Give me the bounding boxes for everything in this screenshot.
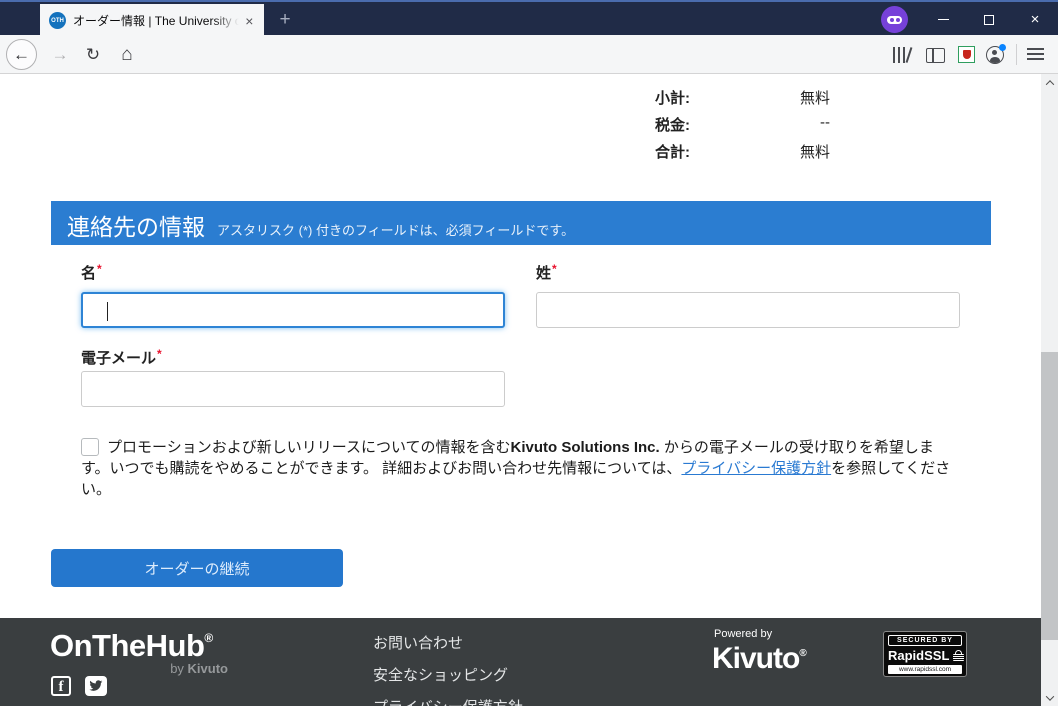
email-label-text: 電子メール [81, 350, 156, 367]
optin-text-before: プロモーションおよび新しいリリースについての情報を含む [107, 439, 511, 456]
tax-label: 税金: [630, 114, 690, 135]
email-input[interactable] [81, 371, 505, 407]
first-name-label-text: 名 [81, 265, 96, 282]
home-button[interactable]: ⌂ [112, 35, 142, 74]
total-value: 無料 [690, 141, 830, 162]
maximize-button[interactable] [966, 2, 1012, 37]
required-asterisk: * [97, 262, 102, 276]
onthehub-logo: OnTheHub® [50, 628, 213, 664]
forward-icon: → [52, 45, 69, 65]
rapidssl-name: RapidSSL [888, 648, 949, 663]
close-button[interactable]: × [1012, 2, 1058, 37]
back-icon: ← [13, 45, 30, 65]
window-controls: × [920, 2, 1058, 37]
last-name-label: 姓* [536, 262, 557, 283]
facebook-icon[interactable]: f [51, 676, 71, 696]
privacy-policy-link[interactable]: プライバシー保護方針 [681, 460, 831, 477]
tab-close-icon[interactable]: × [241, 12, 258, 30]
first-name-input[interactable] [81, 292, 505, 328]
text-caret [107, 302, 108, 321]
sidebar-toggle-icon[interactable] [926, 48, 945, 63]
subtotal-value: 無料 [690, 87, 830, 108]
tax-row: 税金: -- [530, 114, 830, 135]
extension-icon[interactable] [958, 46, 975, 63]
vertical-scrollbar[interactable] [1041, 74, 1058, 706]
optin-company: Kivuto Solutions Inc. [511, 439, 660, 456]
page-content: 小計: 無料 税金: -- 合計: 無料 連絡先の情報 アスタリスク (*) 付… [0, 74, 1041, 618]
subtotal-row: 小計: 無料 [530, 87, 830, 108]
registered-mark: ® [799, 648, 805, 659]
tab-title-fade [213, 12, 239, 29]
library-icon[interactable] [893, 47, 913, 63]
secure-shopping-link[interactable]: 安全なショッピング [373, 664, 523, 685]
subtotal-label: 小計: [630, 87, 690, 108]
rapidssl-url: www.rapidssl.com [888, 665, 962, 674]
back-button[interactable]: ← [6, 39, 37, 70]
tab-title: オーダー情報 | The University of T [73, 12, 239, 29]
toolbar-separator [1016, 44, 1017, 65]
scroll-up-arrow-icon[interactable] [1041, 74, 1058, 91]
total-row: 合計: 無料 [530, 141, 830, 162]
kivuto-text: Kivuto [188, 661, 228, 676]
tab-favicon-icon: OTH [49, 12, 66, 29]
reload-button[interactable]: ↻ [78, 35, 108, 74]
social-icons: f [51, 676, 107, 696]
promo-optin-paragraph: プロモーションおよび新しいリリースについての情報を含むKivuto Soluti… [81, 437, 953, 500]
scroll-down-arrow-icon[interactable] [1041, 689, 1058, 706]
by-kivuto-text: by Kivuto [140, 661, 228, 676]
secured-by-label: SECURED BY [888, 635, 962, 646]
navigation-toolbar: ← → ↻ ⌂ i https://e5.onthehub.com/WebSto… [0, 35, 1058, 74]
footer-links: お問い合わせ 安全なショッピング プライバシー保護方針 [373, 632, 523, 706]
reload-icon: ↻ [86, 45, 100, 65]
required-asterisk: * [552, 262, 557, 276]
padlock-icon [953, 650, 962, 661]
new-tab-button[interactable]: + [272, 7, 298, 33]
onthehub-logo-text: OnTheHub [50, 628, 204, 663]
home-icon: ⌂ [121, 44, 132, 66]
titlebar: OTH オーダー情報 | The University of T × + × [0, 0, 1058, 35]
scrollbar-thumb[interactable] [1041, 352, 1058, 640]
promo-optin-checkbox[interactable] [81, 438, 99, 456]
private-browsing-mask-icon [881, 6, 908, 33]
browser-tab[interactable]: OTH オーダー情報 | The University of T × [40, 4, 264, 37]
section-header: 連絡先の情報 アスタリスク (*) 付きのフィールドは、必須フィールドです。 [51, 201, 991, 245]
rapidssl-badge[interactable]: SECURED BY RapidSSL www.rapidssl.com [883, 631, 967, 677]
first-name-label: 名* [81, 262, 102, 283]
registered-mark: ® [204, 631, 212, 645]
minimize-button[interactable] [920, 2, 966, 37]
twitter-icon[interactable] [85, 676, 107, 696]
last-name-input[interactable] [536, 292, 960, 328]
required-asterisk: * [157, 347, 162, 361]
by-text: by [170, 661, 187, 676]
kivuto-name-text: Kivuto [712, 642, 799, 675]
order-totals: 小計: 無料 税金: -- 合計: 無料 [530, 87, 830, 168]
last-name-label-text: 姓 [536, 265, 551, 282]
section-title: 連絡先の情報 [67, 201, 205, 242]
page-footer: OnTheHub® by Kivuto f お問い合わせ 安全なショッピング プ… [0, 618, 1041, 706]
forward-button[interactable]: → [45, 35, 75, 74]
account-notification-dot [999, 44, 1006, 51]
contact-link[interactable]: お問い合わせ [373, 632, 523, 653]
continue-order-button[interactable]: オーダーの継続 [51, 549, 343, 587]
powered-by-text: Powered by [714, 628, 806, 640]
powered-by-kivuto-logo: Powered by Kivuto® [712, 628, 806, 673]
section-subtitle: アスタリスク (*) 付きのフィールドは、必須フィールドです。 [217, 220, 574, 239]
hamburger-menu-icon[interactable] [1027, 48, 1044, 63]
privacy-policy-footer-link[interactable]: プライバシー保護方針 [373, 696, 523, 706]
tax-value: -- [690, 114, 830, 135]
kivuto-logo-text: Kivuto® [712, 640, 806, 673]
email-label: 電子メール* [81, 347, 162, 368]
total-label: 合計: [630, 141, 690, 162]
